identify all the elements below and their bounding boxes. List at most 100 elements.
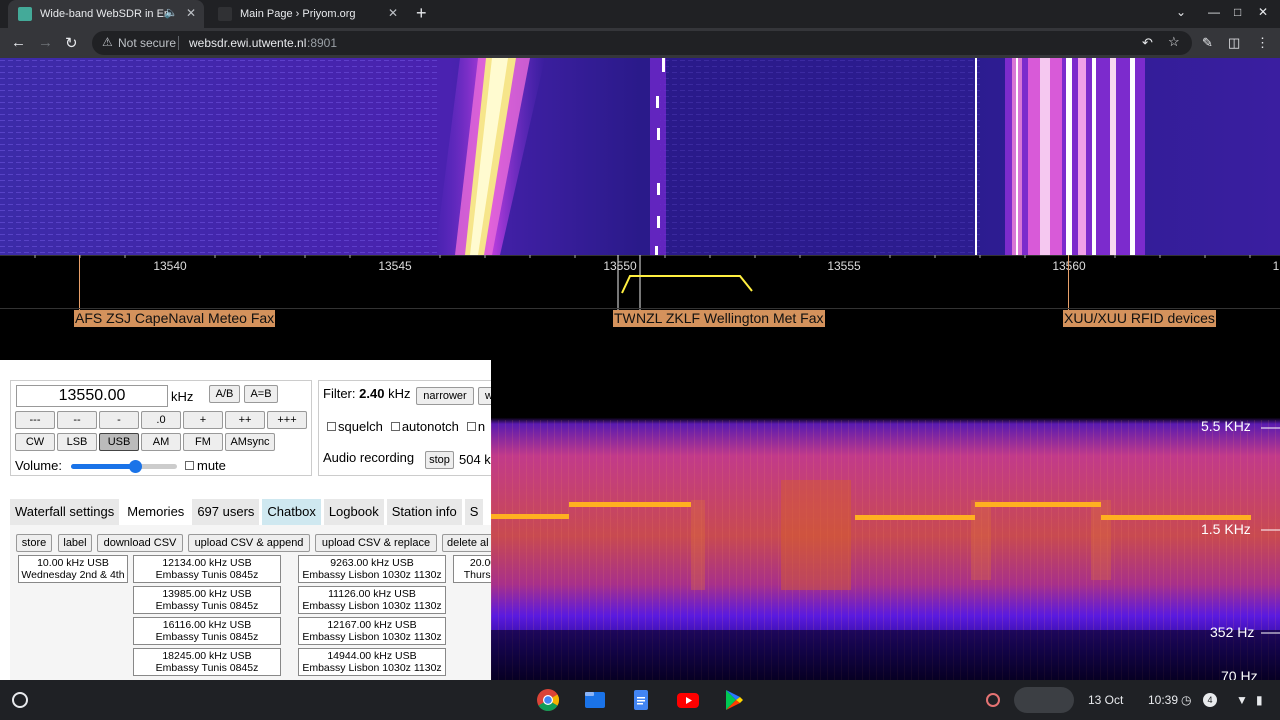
tab-station-info[interactable]: Station info — [386, 499, 462, 525]
memory-entry[interactable]: 12134.00 kHz USB Embassy Tunis 0845z — [133, 555, 281, 583]
tab-memories[interactable]: Memories — [122, 499, 190, 525]
noise-reduction-checkbox[interactable]: n — [466, 419, 485, 434]
step-up-small-button[interactable]: + — [183, 411, 223, 429]
frequency-input[interactable]: 13550.00 — [16, 385, 168, 407]
step-down-medium-button[interactable]: -- — [57, 411, 97, 429]
download-csv-button[interactable]: download CSV — [97, 534, 183, 552]
memory-entry[interactable]: 20.00Thursda — [453, 555, 491, 583]
speaker-icon[interactable]: 🔈 — [164, 6, 178, 19]
browser-toolbar: ← → ↻ ⚠ Not secure websdr.ewi.utwente.nl… — [0, 28, 1280, 58]
mode-am-button[interactable]: AM — [141, 433, 181, 451]
tab-logbook[interactable]: Logbook — [323, 499, 384, 525]
notification-count[interactable]: 4 — [1203, 693, 1217, 707]
checkbox-icon[interactable] — [466, 422, 476, 431]
date-label[interactable]: 13 Oct — [1088, 693, 1123, 707]
media-tray-icon[interactable] — [1014, 687, 1074, 713]
station-label[interactable]: XUU/XUU RFID devices — [1063, 310, 1216, 327]
files-icon[interactable] — [583, 688, 607, 712]
upload-csv-replace-button[interactable]: upload CSV & replace — [315, 534, 437, 552]
tab-search-icon[interactable]: ⌄ — [1176, 5, 1186, 19]
memory-entry[interactable]: 13985.00 kHz USB Embassy Tunis 0845z — [133, 586, 281, 614]
url-port[interactable]: :8901 — [307, 36, 337, 50]
a-equals-b-button[interactable]: A=B — [244, 385, 278, 403]
chrome-icon[interactable] — [536, 688, 560, 712]
memory-entry[interactable]: 12167.00 kHz USB Embassy Lisbon 1030z 113… — [298, 617, 446, 645]
close-tab-icon[interactable]: ✕ — [388, 6, 398, 20]
tab-waterfall-settings[interactable]: Waterfall settings — [10, 499, 120, 525]
maximize-icon[interactable]: □ — [1234, 5, 1241, 19]
tab-chatbox[interactable]: Chatbox — [262, 499, 321, 525]
security-status[interactable]: Not secure — [118, 36, 176, 50]
round-button[interactable]: .0 — [141, 411, 181, 429]
extensions-icon[interactable]: ✎ — [1202, 35, 1213, 51]
step-down-large-button[interactable]: --- — [15, 411, 55, 429]
volume-slider[interactable] — [71, 460, 177, 473]
upload-csv-append-button[interactable]: upload CSV & append — [188, 534, 310, 552]
audio-spectrogram[interactable]: 5.5 KHz 1.5 KHz 352 Hz 70 Hz — [491, 360, 1280, 680]
memory-freq: 9263.00 kHz USB — [330, 557, 414, 569]
screen-record-icon[interactable] — [986, 693, 1000, 707]
mute-checkbox[interactable]: mute — [185, 458, 226, 473]
memory-entry[interactable]: 14944.00 kHz USB Embassy Lisbon 1030z 113… — [298, 648, 446, 676]
station-label[interactable]: NZL ZKLF Wellington Met Fax — [635, 310, 825, 327]
reload-icon[interactable]: ↻ — [65, 34, 78, 52]
wider-button[interactable]: w — [478, 387, 491, 405]
memory-entry[interactable]: 9263.00 kHz USB Embassy Lisbon 1030z 1130… — [298, 555, 446, 583]
play-store-icon[interactable] — [722, 688, 746, 712]
station-label[interactable]: TW — [613, 310, 637, 327]
checkbox-icon[interactable] — [185, 461, 194, 470]
checkbox-icon[interactable] — [327, 422, 336, 431]
tab-websdr[interactable]: Wide-band WebSDR in Ensch 🔈 ✕ — [8, 0, 204, 28]
close-tab-icon[interactable]: ✕ — [186, 6, 196, 20]
forward-icon[interactable]: → — [38, 34, 53, 51]
narrower-button[interactable]: narrower — [416, 387, 474, 405]
ab-button[interactable]: A/B — [209, 385, 240, 403]
battery-icon[interactable]: ▮ — [1256, 693, 1263, 707]
new-tab-button[interactable]: + — [416, 3, 427, 24]
waterfall-display[interactable] — [0, 58, 1280, 255]
close-window-icon[interactable]: ✕ — [1258, 5, 1268, 19]
mode-cw-button[interactable]: CW — [15, 433, 55, 451]
url-host[interactable]: websdr.ewi.utwente.nl — [189, 36, 306, 50]
volume-thumb[interactable] — [128, 460, 142, 473]
bookmark-star-icon[interactable]: ☆ — [1168, 34, 1180, 50]
wifi-icon[interactable]: ▼ — [1236, 693, 1248, 707]
memory-entry[interactable]: 11126.00 kHz USB Embassy Lisbon 1030z 113… — [298, 586, 446, 614]
autonotch-checkbox[interactable]: autonotch — [390, 419, 459, 434]
menu-icon[interactable]: ⋮ — [1256, 35, 1269, 51]
mode-amsync-button[interactable]: AMsync — [225, 433, 275, 451]
label-button[interactable]: label — [58, 534, 92, 552]
mode-lsb-button[interactable]: LSB — [57, 433, 97, 451]
warning-icon[interactable]: ⚠ — [102, 35, 113, 49]
back-icon[interactable]: ← — [11, 34, 26, 51]
time-label[interactable]: 10:39 — [1148, 693, 1178, 707]
step-up-medium-button[interactable]: ++ — [225, 411, 265, 429]
frequency-scale[interactable]: 13540 13545 13550 13555 13560 1 AFS ZSJ … — [0, 255, 1280, 360]
memory-entry[interactable]: 18245.00 kHz USB Embassy Tunis 0845z — [133, 648, 281, 676]
step-down-small-button[interactable]: - — [99, 411, 139, 429]
share-icon[interactable]: ↶ — [1142, 35, 1153, 51]
station-label[interactable]: AFS ZSJ CapeNaval Meteo Fax — [74, 310, 276, 327]
docs-icon[interactable] — [629, 688, 653, 712]
tick-label: 13550 — [603, 259, 637, 273]
minimize-icon[interactable]: — — [1208, 5, 1220, 19]
store-button[interactable]: store — [16, 534, 52, 552]
mute-label: mute — [197, 458, 226, 473]
memory-entry[interactable]: 16116.00 kHz USB Embassy Tunis 0845z — [133, 617, 281, 645]
youtube-icon[interactable] — [676, 688, 700, 712]
step-up-large-button[interactable]: +++ — [267, 411, 307, 429]
checkbox-icon[interactable] — [390, 422, 400, 431]
address-bar[interactable]: ⚠ Not secure websdr.ewi.utwente.nl :8901… — [92, 31, 1192, 55]
mode-fm-button[interactable]: FM — [183, 433, 223, 451]
tab-users[interactable]: 697 users — [192, 499, 260, 525]
do-not-disturb-icon[interactable]: ◷ — [1181, 693, 1191, 707]
side-panel-icon[interactable]: ◫ — [1228, 35, 1240, 51]
stop-recording-button[interactable]: stop — [425, 451, 454, 469]
memory-entry[interactable]: 10.00 kHz USB Wednesday 2nd & 4th — [18, 555, 128, 583]
tab-more[interactable]: S — [464, 499, 484, 525]
squelch-checkbox[interactable]: squelch — [327, 419, 383, 434]
launcher-icon[interactable] — [12, 692, 28, 708]
tab-priyom[interactable]: Main Page › Priyom.org ✕ — [208, 0, 406, 28]
delete-all-button[interactable]: delete al — [442, 534, 491, 552]
mode-usb-button[interactable]: USB — [99, 433, 139, 451]
